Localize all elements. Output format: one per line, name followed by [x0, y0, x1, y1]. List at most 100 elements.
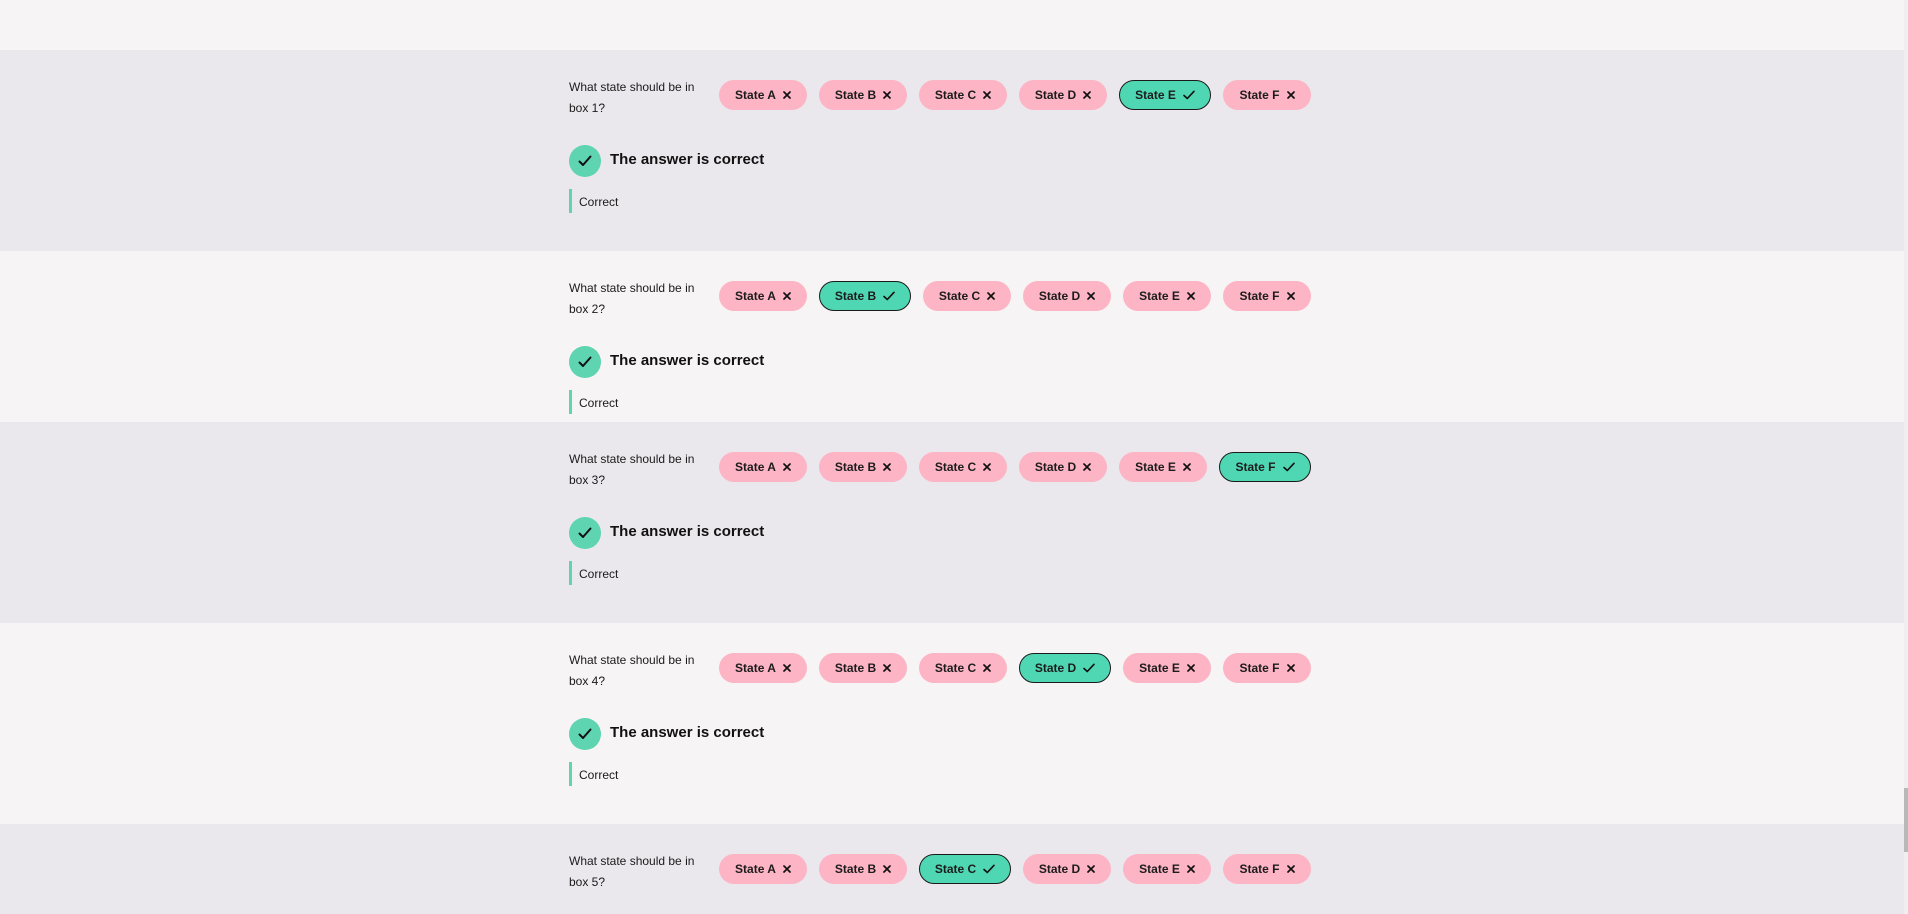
check-icon: [883, 291, 895, 301]
answer-chip-state-b[interactable]: State B: [819, 854, 907, 884]
close-icon: [983, 664, 992, 672]
close-icon: [883, 865, 892, 873]
answer-chip-label: State D: [1034, 460, 1077, 474]
question-block-3: What state should be in box 3? State A St…: [0, 422, 1904, 623]
close-icon: [883, 463, 892, 471]
answer-chip-label: State C: [934, 460, 977, 474]
close-icon: [1286, 865, 1295, 873]
close-icon: [987, 292, 996, 300]
close-icon: [1186, 865, 1195, 873]
question-block-2: What state should be in box 2? State A St…: [0, 251, 1904, 422]
answer-chip-state-e[interactable]: State E: [1123, 854, 1211, 884]
answer-chip-label: State D: [1034, 661, 1077, 675]
check-icon: [1282, 462, 1295, 472]
close-icon: [883, 664, 892, 672]
answer-chip-state-c[interactable]: State C: [919, 452, 1007, 482]
close-icon: [1083, 463, 1092, 471]
feedback-text: Correct: [569, 762, 1329, 786]
answer-chip-label: State C: [938, 289, 981, 303]
answer-chip-label: State F: [1239, 862, 1280, 876]
close-icon: [783, 292, 791, 300]
result-title: The answer is correct: [610, 351, 765, 369]
answer-chip-state-a[interactable]: State A: [719, 653, 807, 683]
success-check-icon: [569, 145, 601, 177]
answer-chip-label: State B: [834, 862, 877, 876]
answer-chip-state-f[interactable]: State F: [1223, 854, 1311, 884]
check-icon: [1083, 663, 1095, 673]
close-icon: [783, 463, 791, 471]
answer-chip-label: State A: [735, 88, 776, 102]
answer-chip-label: State A: [735, 289, 776, 303]
answer-chip-state-f[interactable]: State F: [1223, 281, 1311, 311]
success-check-icon: [569, 718, 601, 750]
answer-chip-label: State F: [1239, 88, 1280, 102]
answer-chip-state-d[interactable]: State D: [1023, 281, 1111, 311]
answer-chip-label: State C: [934, 88, 977, 102]
answer-chip-label: State C: [934, 862, 977, 876]
answer-options: State A State B State C State D State E State…: [719, 653, 1311, 683]
answer-chip-state-e[interactable]: State E: [1123, 653, 1211, 683]
answer-chip-state-c[interactable]: State C: [919, 80, 1007, 110]
answer-options: State A State B State C State D State E State…: [719, 80, 1311, 110]
answer-chip-label: State B: [834, 460, 877, 474]
answer-chip-state-a[interactable]: State A: [719, 80, 807, 110]
answer-chip-state-c[interactable]: State C: [919, 854, 1011, 884]
scrollbar-thumb[interactable]: [1904, 788, 1908, 852]
question-text: What state should be in box 2?: [569, 281, 695, 316]
feedback-text: Correct: [569, 561, 1329, 585]
close-icon: [983, 463, 992, 471]
answer-chip-label: State F: [1235, 460, 1276, 474]
result-row: The answer is correct: [569, 517, 1329, 549]
result-row: The answer is correct: [569, 346, 1329, 378]
close-icon: [1186, 664, 1195, 672]
answer-chip-label: State F: [1239, 661, 1280, 675]
answer-chip-state-b[interactable]: State B: [819, 281, 911, 311]
quiz-results-page: What state should be in box 1? State A St…: [0, 0, 1908, 914]
answer-options: State A State B State C State D State E State…: [719, 281, 1311, 311]
answer-chip-state-b[interactable]: State B: [819, 653, 907, 683]
question-block-1: What state should be in box 1? State A St…: [0, 50, 1904, 251]
success-check-icon: [569, 346, 601, 378]
answer-chip-state-c[interactable]: State C: [923, 281, 1011, 311]
question-block-5: What state should be in box 5? State A St…: [0, 824, 1904, 914]
top-spacer: [0, 0, 1904, 50]
answer-chip-label: State E: [1139, 289, 1180, 303]
answer-chip-state-e[interactable]: State E: [1119, 452, 1207, 482]
success-check-icon: [569, 517, 601, 549]
answer-options: State A State B State C State D State E State…: [719, 452, 1311, 482]
close-icon: [1286, 91, 1295, 99]
answer-chip-label: State B: [834, 289, 877, 303]
answer-chip-state-f[interactable]: State F: [1219, 452, 1311, 482]
answer-chip-state-d[interactable]: State D: [1023, 854, 1111, 884]
answer-chip-label: State E: [1135, 460, 1176, 474]
answer-chip-state-f[interactable]: State F: [1223, 80, 1311, 110]
answer-chip-label: State D: [1034, 88, 1077, 102]
answer-chip-label: State F: [1239, 289, 1280, 303]
result-row: The answer is correct: [569, 145, 1329, 177]
answer-chip-label: State E: [1139, 661, 1180, 675]
answer-chip-state-e[interactable]: State E: [1119, 80, 1211, 110]
answer-chip-label: State A: [735, 661, 776, 675]
close-icon: [783, 664, 791, 672]
answer-chip-state-d[interactable]: State D: [1019, 80, 1107, 110]
answer-chip-state-a[interactable]: State A: [719, 452, 807, 482]
check-icon: [1183, 90, 1195, 100]
close-icon: [983, 91, 992, 99]
answer-chip-state-b[interactable]: State B: [819, 80, 907, 110]
answer-chip-state-f[interactable]: State F: [1223, 653, 1311, 683]
answer-chip-state-c[interactable]: State C: [919, 653, 1007, 683]
answer-chip-state-d[interactable]: State D: [1019, 452, 1107, 482]
answer-chip-state-b[interactable]: State B: [819, 452, 907, 482]
question-text: What state should be in box 4?: [569, 653, 695, 688]
answer-chip-state-a[interactable]: State A: [719, 281, 807, 311]
close-icon: [1083, 91, 1092, 99]
answer-options: State A State B State C State D State E State…: [719, 854, 1311, 884]
close-icon: [1087, 292, 1096, 300]
close-icon: [1087, 865, 1096, 873]
answer-chip-label: State A: [735, 862, 776, 876]
vertical-scrollbar[interactable]: [1904, 0, 1908, 914]
answer-chip-state-d[interactable]: State D: [1019, 653, 1111, 683]
answer-chip-state-a[interactable]: State A: [719, 854, 807, 884]
answer-chip-label: State A: [735, 460, 776, 474]
answer-chip-state-e[interactable]: State E: [1123, 281, 1211, 311]
